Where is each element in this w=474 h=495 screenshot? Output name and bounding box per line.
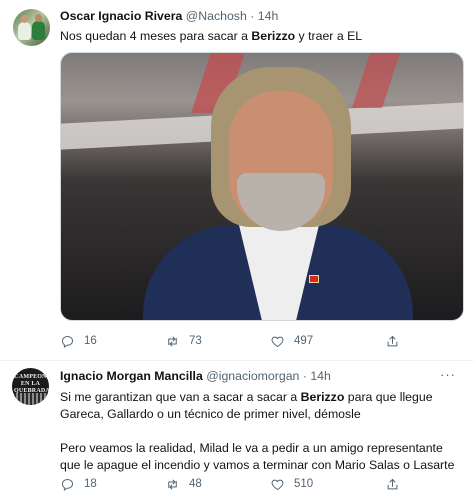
avatar[interactable] [13,9,50,46]
tweet-text-segment: y traer a EL [295,29,363,43]
avatar-face [35,14,42,22]
share-icon [387,335,398,346]
tweet-actions: 18 48 510 [60,475,464,493]
avatar-figure [18,22,31,40]
display-name[interactable]: Oscar Ignacio Rivera [60,9,182,23]
retweet-button[interactable]: 73 [165,332,202,350]
highlighted-term: Berizzo [251,29,296,43]
tweet-text-segment: Nos quedan 4 meses para sacar a [60,29,252,43]
avatar-crowd [12,393,49,405]
separator: · [250,9,255,23]
tweet-text-segment: Si me garantizan que van a sacar a sacar… [60,390,301,404]
reply-count: 16 [84,335,97,347]
tweet-text: Si me garantizan que van a sacar a sacar… [60,389,460,474]
reply-icon [62,335,73,348]
avatar[interactable]: CAMPEON EN LA QUEBRADA [12,368,49,405]
tweet-text: Nos quedan 4 meses para sacar a Berizzo … [60,28,460,45]
heart-icon [271,479,284,490]
timestamp[interactable]: 14h [310,369,331,383]
photo-flag-pin [309,275,319,283]
like-count: 510 [294,478,314,490]
avatar-logo-text: CAMPEON EN LA QUEBRADA [14,374,49,394]
highlighted-term: Berizzo [300,390,345,404]
photo-background [352,53,400,108]
separator: · [302,369,307,383]
tweet[interactable]: Oscar Ignacio Rivera @Nachosh · 14h Nos … [0,0,474,361]
user-handle[interactable]: @ignaciomorgan [206,369,299,383]
reply-button[interactable]: 18 [60,475,97,493]
retweet-count: 73 [189,335,202,347]
like-button[interactable]: 497 [270,332,313,350]
more-options-button[interactable]: ··· [440,367,456,382]
reply-icon [62,478,73,491]
tweet-photo[interactable] [60,52,464,321]
tweet-paragraph: Si me garantizan que van a sacar a sacar… [60,389,460,423]
avatar-face [21,15,28,23]
tweet-header: Oscar Ignacio Rivera @Nachosh · 14h [60,9,278,24]
share-button[interactable] [385,332,400,350]
retweet-icon [168,479,177,489]
heart-icon [271,336,284,347]
display-name[interactable]: Ignacio Morgan Mancilla [60,369,203,383]
tweet[interactable]: CAMPEON EN LA QUEBRADA Ignacio Morgan Man… [0,361,474,495]
user-handle[interactable]: @Nachosh [186,9,247,23]
retweet-button[interactable]: 48 [165,475,202,493]
timestamp[interactable]: 14h [258,9,279,23]
tweet-paragraph: Pero veamos la realidad, Milad le va a p… [60,441,455,472]
avatar-figure [32,21,45,40]
tweet-actions: 16 73 497 [60,332,464,350]
tweet-header: Ignacio Morgan Mancilla @ignaciomorgan ·… [60,369,331,384]
share-icon [387,478,398,489]
like-count: 497 [294,335,314,347]
share-button[interactable] [385,475,400,493]
like-button[interactable]: 510 [270,475,313,493]
reply-button[interactable]: 16 [60,332,97,350]
reply-count: 18 [84,478,97,490]
retweet-count: 48 [189,478,202,490]
retweet-icon [168,336,177,346]
